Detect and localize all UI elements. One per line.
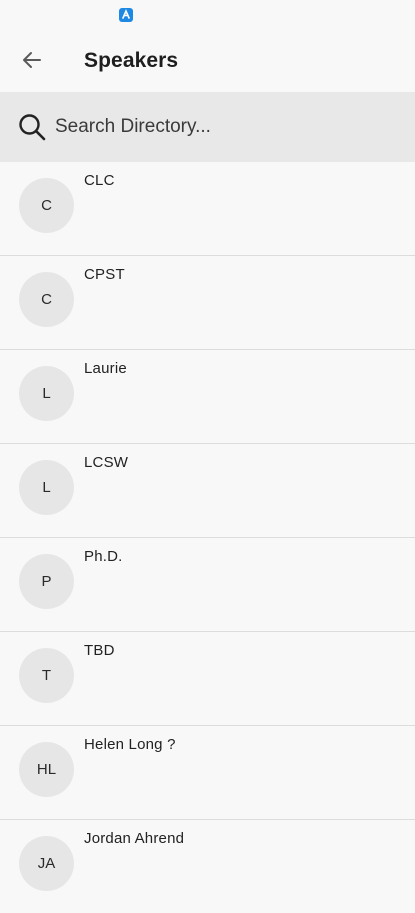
search-bar[interactable] — [0, 92, 415, 162]
avatar: C — [19, 272, 74, 327]
list-item[interactable]: JA Jordan Ahrend — [0, 820, 415, 913]
avatar: HL — [19, 742, 74, 797]
speaker-name: CLC — [84, 172, 115, 189]
search-icon — [17, 112, 47, 142]
search-input[interactable] — [55, 112, 395, 142]
app-notification-icon — [119, 8, 133, 22]
list-item[interactable]: T TBD — [0, 632, 415, 726]
speaker-name: CPST — [84, 266, 125, 283]
speaker-name: LCSW — [84, 454, 129, 471]
page-title: Speakers — [84, 49, 179, 72]
speaker-name: Helen Long ? — [84, 736, 176, 753]
list-item[interactable]: P Ph.D. — [0, 538, 415, 632]
list-item[interactable]: HL Helen Long ? — [0, 726, 415, 820]
avatar: P — [19, 554, 74, 609]
avatar: C — [19, 178, 74, 233]
list-item[interactable]: C CLC — [0, 162, 415, 256]
avatar: JA — [19, 836, 74, 891]
speaker-name: Jordan Ahrend — [84, 830, 185, 847]
speaker-name: TBD — [84, 642, 115, 659]
back-button[interactable] — [14, 44, 50, 80]
arrow-left-icon — [21, 49, 43, 76]
avatar: T — [19, 648, 74, 703]
status-bar — [0, 0, 415, 30]
app-bar: Speakers — [0, 30, 415, 92]
list-item[interactable]: L Laurie — [0, 350, 415, 444]
speaker-list: C CLC C CPST L Laurie L LCSW P Ph.D. T T… — [0, 162, 415, 913]
speaker-name: Ph.D. — [84, 548, 123, 565]
avatar: L — [19, 460, 74, 515]
speaker-name: Laurie — [84, 360, 127, 377]
list-item[interactable]: L LCSW — [0, 444, 415, 538]
avatar: L — [19, 366, 74, 421]
list-item[interactable]: C CPST — [0, 256, 415, 350]
